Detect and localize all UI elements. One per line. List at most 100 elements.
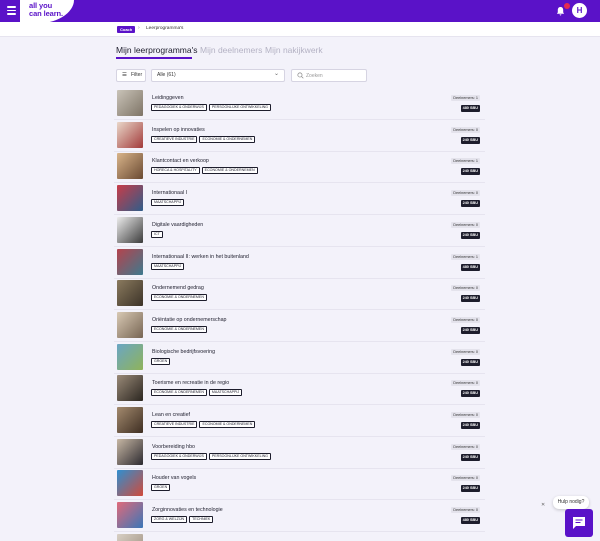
program-title[interactable]: Toerisme en recreatie in de regio bbox=[152, 380, 229, 386]
program-row[interactable]: Inspelen op innovaties CREATIEVE INDUSTRI… bbox=[114, 121, 485, 152]
program-title[interactable]: Voorbereiding hbo bbox=[152, 444, 195, 450]
help-close-icon[interactable]: ✕ bbox=[541, 502, 545, 508]
program-title[interactable]: Biologische bedrijfsvoering bbox=[152, 349, 215, 355]
participants-badge: Deelnemers: 0 bbox=[451, 475, 480, 482]
program-title[interactable]: Oriëntatie op ondernemerschap bbox=[152, 317, 227, 323]
program-row[interactable]: Digitale vaardigheden ICT Deelnemers: 0 240… bbox=[114, 216, 485, 247]
program-row[interactable]: Zorginnovaties en technologie ZORG & WELZ… bbox=[114, 501, 485, 533]
tab-mijn-nakijkwerk[interactable]: Mijn nakijkwerk bbox=[265, 45, 323, 55]
chevron-down-icon: ⌄ bbox=[273, 71, 279, 77]
program-thumbnail[interactable] bbox=[117, 121, 143, 148]
breadcrumb-separator: › bbox=[138, 25, 140, 31]
search-input[interactable] bbox=[306, 71, 364, 80]
program-thumbnail[interactable] bbox=[117, 248, 143, 275]
program-row[interactable]: Toerisme en recreatie in de regio ECONOMI… bbox=[114, 374, 485, 406]
program-thumbnail[interactable] bbox=[117, 533, 143, 541]
program-title[interactable]: Internationaal I bbox=[152, 190, 187, 196]
program-row[interactable]: Voorbereiding hbo PEDAGOGIEK & ONDERWIJS P… bbox=[114, 438, 485, 469]
sbu-badge: 480 SBU bbox=[460, 263, 480, 271]
program-thumbnail[interactable] bbox=[117, 311, 143, 338]
role-badge[interactable]: Coach bbox=[117, 26, 136, 33]
breadcrumb: Coach › Leerprogramma's bbox=[0, 22, 600, 37]
sbu-badge: 240 SBU bbox=[460, 326, 480, 334]
app-logo[interactable]: all you can learn. bbox=[29, 2, 63, 17]
category-tag: ECONOMIE & ONDERNEMEN bbox=[151, 389, 207, 397]
program-thumbnail[interactable] bbox=[117, 216, 143, 243]
sbu-badge: 240 SBU bbox=[460, 231, 480, 239]
program-title[interactable]: Internationaal II: werken in het buitenl… bbox=[152, 254, 249, 260]
category-tag: MAATSCHAPPIJ bbox=[151, 199, 185, 207]
category-tag: ECONOMIE & ONDERNEMEN bbox=[199, 135, 256, 143]
sbu-badge: 240 SBU bbox=[460, 485, 480, 493]
program-thumbnail[interactable] bbox=[117, 153, 143, 180]
category-tag: PEDAGOGIEK & ONDERWIJS bbox=[151, 452, 207, 460]
category-tag: ZORG & WELZIJN bbox=[151, 516, 188, 524]
hamburger-menu-icon[interactable] bbox=[7, 6, 16, 15]
program-thumbnail[interactable] bbox=[117, 185, 143, 212]
program-title[interactable]: Lean en creatief bbox=[152, 412, 190, 418]
category-tag: MAATSCHAPPIJ bbox=[208, 389, 243, 397]
program-title[interactable]: Inspelen op innovaties bbox=[152, 127, 205, 133]
sbu-badge: 240 SBU bbox=[460, 136, 480, 144]
category-tag: MAATSCHAPPIJ bbox=[151, 262, 185, 270]
program-thumbnail[interactable] bbox=[117, 280, 143, 307]
program-select-value: Alle (61) bbox=[157, 72, 176, 78]
participants-badge: Deelnemers: 1 bbox=[451, 95, 480, 101]
tab-mijn-leerprogrammas[interactable]: Mijn leerprogramma's bbox=[116, 45, 197, 55]
program-title[interactable]: Klantcontact en verkoop bbox=[152, 158, 209, 164]
sbu-badge: 240 SBU bbox=[460, 390, 480, 398]
program-row[interactable] bbox=[114, 533, 485, 541]
program-title[interactable]: Zorginnovaties en technologie bbox=[152, 507, 223, 513]
category-tag: CREATIEVE INDUSTRIE bbox=[151, 135, 198, 143]
program-row[interactable]: Internationaal II: werken in het buitenl… bbox=[114, 248, 485, 279]
sbu-badge: 480 SBU bbox=[460, 517, 480, 525]
participants-badge: Deelnemers: 0 bbox=[451, 412, 480, 418]
search-box[interactable] bbox=[291, 69, 367, 82]
participants-badge: Deelnemers: 0 bbox=[451, 380, 480, 387]
program-thumbnail[interactable] bbox=[117, 502, 143, 529]
program-row[interactable]: Houder van vogels GROEN Deelnemers: 0 240 S… bbox=[114, 469, 485, 501]
category-tag: ECONOMIE & ONDERNEMEN bbox=[199, 421, 256, 428]
user-avatar[interactable]: H bbox=[572, 3, 587, 18]
category-tag: ECONOMIE & ONDERNEMEN bbox=[151, 294, 207, 302]
program-row[interactable]: Ondernemend gedrag ECONOMIE & ONDERNEMEN D… bbox=[114, 279, 485, 311]
sbu-badge: 240 SBU bbox=[460, 453, 480, 461]
participants-badge: Deelnemers: 0 bbox=[451, 507, 480, 514]
breadcrumb-current: Leerprogramma's bbox=[146, 26, 184, 31]
program-row[interactable]: Klantcontact en verkoop HORECA & HOSPITAL… bbox=[114, 152, 485, 184]
program-select[interactable]: Alle (61) ⌄ bbox=[151, 69, 285, 82]
program-title[interactable]: Houder van vogels bbox=[152, 475, 196, 481]
sbu-badge: 240 SBU bbox=[460, 422, 480, 429]
filter-button[interactable]: ☰ Filter bbox=[116, 69, 146, 82]
program-row[interactable]: Oriëntatie op ondernemerschap ECONOMIE & … bbox=[114, 311, 485, 342]
participants-badge: Deelnemers: 0 bbox=[451, 190, 480, 197]
program-thumbnail[interactable] bbox=[117, 90, 143, 116]
program-row[interactable]: Lean en creatief CREATIEVE INDUSTRIE ECONO… bbox=[114, 406, 485, 437]
category-tag: PERSOONLIJKE ONTWIKKELING bbox=[208, 104, 271, 111]
program-row[interactable]: Leidinggeven PEDAGOGIEK & ONDERWIJS PERSOO… bbox=[114, 89, 485, 120]
program-title[interactable]: Ondernemend gedrag bbox=[152, 285, 204, 291]
participants-badge: Deelnemers: 0 bbox=[451, 285, 480, 292]
sbu-badge: 240 SBU bbox=[460, 295, 480, 303]
program-thumbnail[interactable] bbox=[117, 438, 143, 465]
program-thumbnail[interactable] bbox=[117, 407, 143, 433]
active-tab-indicator bbox=[116, 57, 192, 59]
sbu-badge: 480 SBU bbox=[460, 105, 480, 112]
participants-badge: Deelnemers: 1 bbox=[451, 253, 480, 260]
program-row[interactable]: Internationaal I MAATSCHAPPIJ Deelnemers: … bbox=[114, 184, 485, 216]
filter-icon: ☰ bbox=[122, 72, 127, 78]
filter-label: Filter bbox=[131, 72, 143, 78]
program-thumbnail[interactable] bbox=[117, 375, 143, 402]
program-thumbnail[interactable] bbox=[117, 343, 143, 370]
program-thumbnail[interactable] bbox=[117, 470, 143, 497]
tab-mijn-deelnemers[interactable]: Mijn deelnemers bbox=[200, 45, 262, 55]
category-tag: TECHNIEK bbox=[189, 516, 214, 524]
program-title[interactable]: Leidinggeven bbox=[152, 95, 184, 101]
chat-button[interactable] bbox=[565, 509, 593, 537]
program-row[interactable]: Biologische bedrijfsvoering GROEN Deelneme… bbox=[114, 343, 485, 374]
chat-icon bbox=[573, 517, 585, 529]
program-title[interactable]: Digitale vaardigheden bbox=[152, 222, 203, 228]
help-bubble[interactable]: Hulp nodig? bbox=[553, 496, 589, 509]
category-tag: CREATIEVE INDUSTRIE bbox=[151, 421, 198, 428]
notification-badge bbox=[564, 3, 570, 9]
